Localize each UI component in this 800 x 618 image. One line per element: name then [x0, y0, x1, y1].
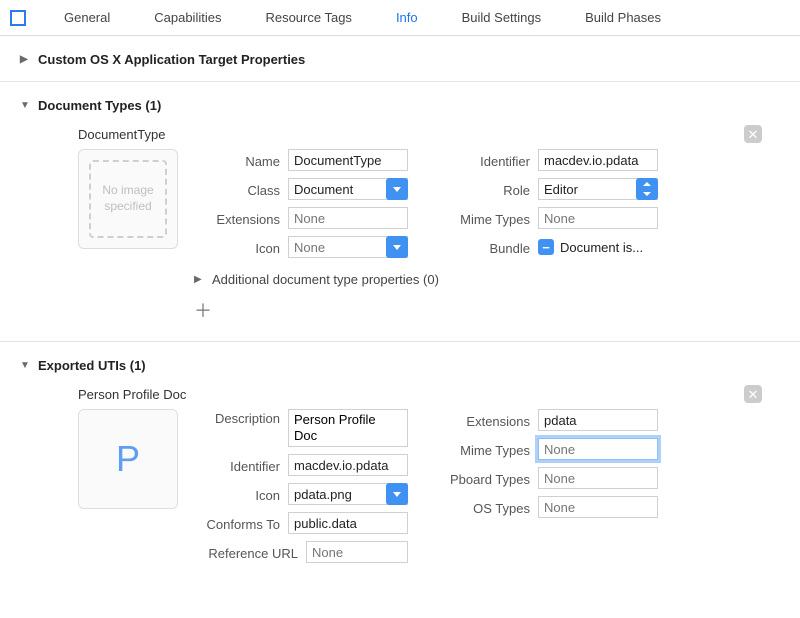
- chevron-down-icon: ▼: [20, 100, 32, 111]
- uti-image-well[interactable]: P: [78, 409, 178, 509]
- extensions-label: Extensions: [438, 412, 530, 429]
- reference-input[interactable]: [306, 541, 408, 563]
- extensions-input[interactable]: [538, 409, 658, 431]
- minus-icon: −: [538, 239, 554, 255]
- additional-label: Additional document type properties (0): [212, 272, 439, 287]
- doctype-item-title: DocumentType: [78, 127, 165, 142]
- extensions-input[interactable]: [288, 207, 408, 229]
- reference-label: Reference URL: [198, 544, 298, 561]
- tab-general[interactable]: General: [42, 0, 132, 36]
- chevron-right-icon: ▶: [20, 54, 32, 65]
- icon-label: Icon: [198, 239, 280, 256]
- conforms-label: Conforms To: [198, 515, 280, 532]
- pboard-input[interactable]: [538, 467, 658, 489]
- mime-label: Mime Types: [438, 441, 530, 458]
- section-document-types[interactable]: ▼ Document Types (1): [20, 94, 800, 117]
- class-select[interactable]: [288, 178, 408, 200]
- uti-item-title: Person Profile Doc: [78, 387, 186, 402]
- tab-resource-tags[interactable]: Resource Tags: [243, 0, 373, 36]
- chevron-right-icon: ▶: [194, 274, 206, 285]
- pboard-label: Pboard Types: [438, 470, 530, 487]
- tab-build-phases[interactable]: Build Phases: [563, 0, 683, 36]
- section-title: Document Types (1): [38, 98, 161, 113]
- add-doctype-button[interactable]: ＋: [78, 293, 194, 323]
- tab-info[interactable]: Info: [374, 0, 440, 36]
- mime-label: Mime Types: [438, 210, 530, 227]
- tab-bar: General Capabilities Resource Tags Info …: [0, 0, 800, 36]
- tab-build-settings[interactable]: Build Settings: [440, 0, 564, 36]
- role-label: Role: [438, 181, 530, 198]
- uti-thumb-letter: P: [116, 438, 140, 480]
- mime-input[interactable]: [538, 438, 658, 460]
- bundle-toggle[interactable]: − Document is...: [538, 239, 643, 255]
- bundle-value: Document is...: [560, 240, 643, 255]
- remove-uti-button[interactable]: ✕: [744, 385, 762, 403]
- tab-capabilities[interactable]: Capabilities: [132, 0, 243, 36]
- project-icon[interactable]: [10, 10, 26, 26]
- bundle-label: Bundle: [438, 239, 530, 256]
- remove-doctype-button[interactable]: ✕: [744, 125, 762, 143]
- icon-label: Icon: [198, 486, 280, 503]
- identifier-label: Identifier: [438, 152, 530, 169]
- no-image-placeholder: No image specified: [89, 160, 167, 238]
- section-custom-properties[interactable]: ▶ Custom OS X Application Target Propert…: [20, 48, 800, 71]
- close-icon: ✕: [748, 388, 759, 401]
- ostypes-label: OS Types: [438, 499, 530, 516]
- icon-select[interactable]: [288, 236, 408, 258]
- description-input[interactable]: [288, 409, 408, 447]
- role-select[interactable]: [538, 178, 658, 200]
- name-input[interactable]: [288, 149, 408, 171]
- section-title: Exported UTIs (1): [38, 358, 146, 373]
- mime-input[interactable]: [538, 207, 658, 229]
- section-exported-utis[interactable]: ▼ Exported UTIs (1): [20, 354, 800, 377]
- identifier-input[interactable]: [288, 454, 408, 476]
- additional-properties-toggle[interactable]: ▶ Additional document type properties (0…: [78, 258, 778, 293]
- identifier-label: Identifier: [198, 457, 280, 474]
- name-label: Name: [198, 152, 280, 169]
- section-title: Custom OS X Application Target Propertie…: [38, 52, 305, 67]
- chevron-down-icon: ▼: [20, 360, 32, 371]
- identifier-input[interactable]: [538, 149, 658, 171]
- close-icon: ✕: [748, 128, 759, 141]
- doctype-image-well[interactable]: No image specified: [78, 149, 178, 249]
- ostypes-input[interactable]: [538, 496, 658, 518]
- conforms-input[interactable]: [288, 512, 408, 534]
- class-label: Class: [198, 181, 280, 198]
- description-label: Description: [198, 409, 280, 426]
- extensions-label: Extensions: [198, 210, 280, 227]
- icon-select[interactable]: [288, 483, 408, 505]
